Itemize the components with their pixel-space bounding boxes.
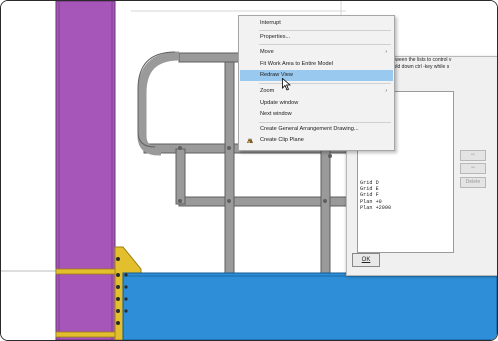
menu-item-move[interactable]: Move › xyxy=(240,47,393,58)
menu-item-properties[interactable]: Properties... xyxy=(240,32,393,43)
rail-joints xyxy=(178,146,332,203)
menu-item-fit-work-area[interactable]: Fit Work Area to Entire Model xyxy=(240,59,393,70)
menu-item-label: Update window xyxy=(260,100,299,106)
submenu-arrow-icon: › xyxy=(385,88,387,94)
menu-item-label: Properties... xyxy=(260,34,291,40)
stiffener-plate xyxy=(55,268,116,275)
list-item[interactable]: Plan +2090 xyxy=(358,205,391,211)
menu-item-update-window[interactable]: Update window xyxy=(240,98,393,109)
menu-item-zoom[interactable]: Zoom › xyxy=(240,86,393,97)
menu-separator xyxy=(259,122,391,123)
post-left xyxy=(224,61,235,275)
menu-separator xyxy=(259,44,391,45)
rail-corner xyxy=(137,51,180,156)
menu-item-label: Zoom xyxy=(260,88,275,94)
menu-separator xyxy=(259,30,391,31)
move-left-button[interactable]: ⇦ xyxy=(460,163,486,174)
steel-column xyxy=(55,1,116,340)
steel-beam xyxy=(122,272,497,340)
menu-item-label: Fit Work Area to Entire Model xyxy=(260,61,333,67)
views-list-items: Grid D Grid E Grid F Plan +0 Plan +2090 xyxy=(358,180,391,211)
menu-item-label: Next window xyxy=(260,111,292,117)
menu-separator xyxy=(259,83,391,84)
clip-plane-icon xyxy=(247,138,253,143)
menu-item-label: Create Clip Plane xyxy=(260,137,304,143)
menu-item-create-ga-drawing[interactable]: Create General Arrangement Drawing... xyxy=(240,124,393,135)
context-menu: Interrupt Properties... Move › Fit Work … xyxy=(238,15,395,151)
app-window: ove views between the lists to control v… xyxy=(0,0,498,341)
menu-item-label: Create General Arrangement Drawing... xyxy=(260,126,359,132)
delete-view-button[interactable]: Delete xyxy=(460,177,486,188)
model-view[interactable]: ove views between the lists to control v… xyxy=(1,1,497,340)
stiffener-plate xyxy=(55,331,116,338)
menu-item-create-clip-plane[interactable]: Create Clip Plane xyxy=(240,135,393,146)
ok-button[interactable]: OK xyxy=(352,253,380,267)
move-right-button[interactable]: ⇨ xyxy=(460,150,486,161)
menu-item-label: Interrupt xyxy=(260,20,281,26)
menu-item-next-window[interactable]: Next window xyxy=(240,109,393,120)
menu-item-redraw-view[interactable]: Redraw View xyxy=(240,70,393,81)
menu-item-label: Move xyxy=(260,49,274,55)
rail-top-left xyxy=(178,52,244,63)
post-short xyxy=(175,148,186,205)
mouse-pointer-icon xyxy=(282,78,291,91)
submenu-arrow-icon: › xyxy=(385,49,387,55)
menu-item-interrupt[interactable]: Interrupt xyxy=(240,18,393,29)
rail-lower xyxy=(178,196,365,207)
